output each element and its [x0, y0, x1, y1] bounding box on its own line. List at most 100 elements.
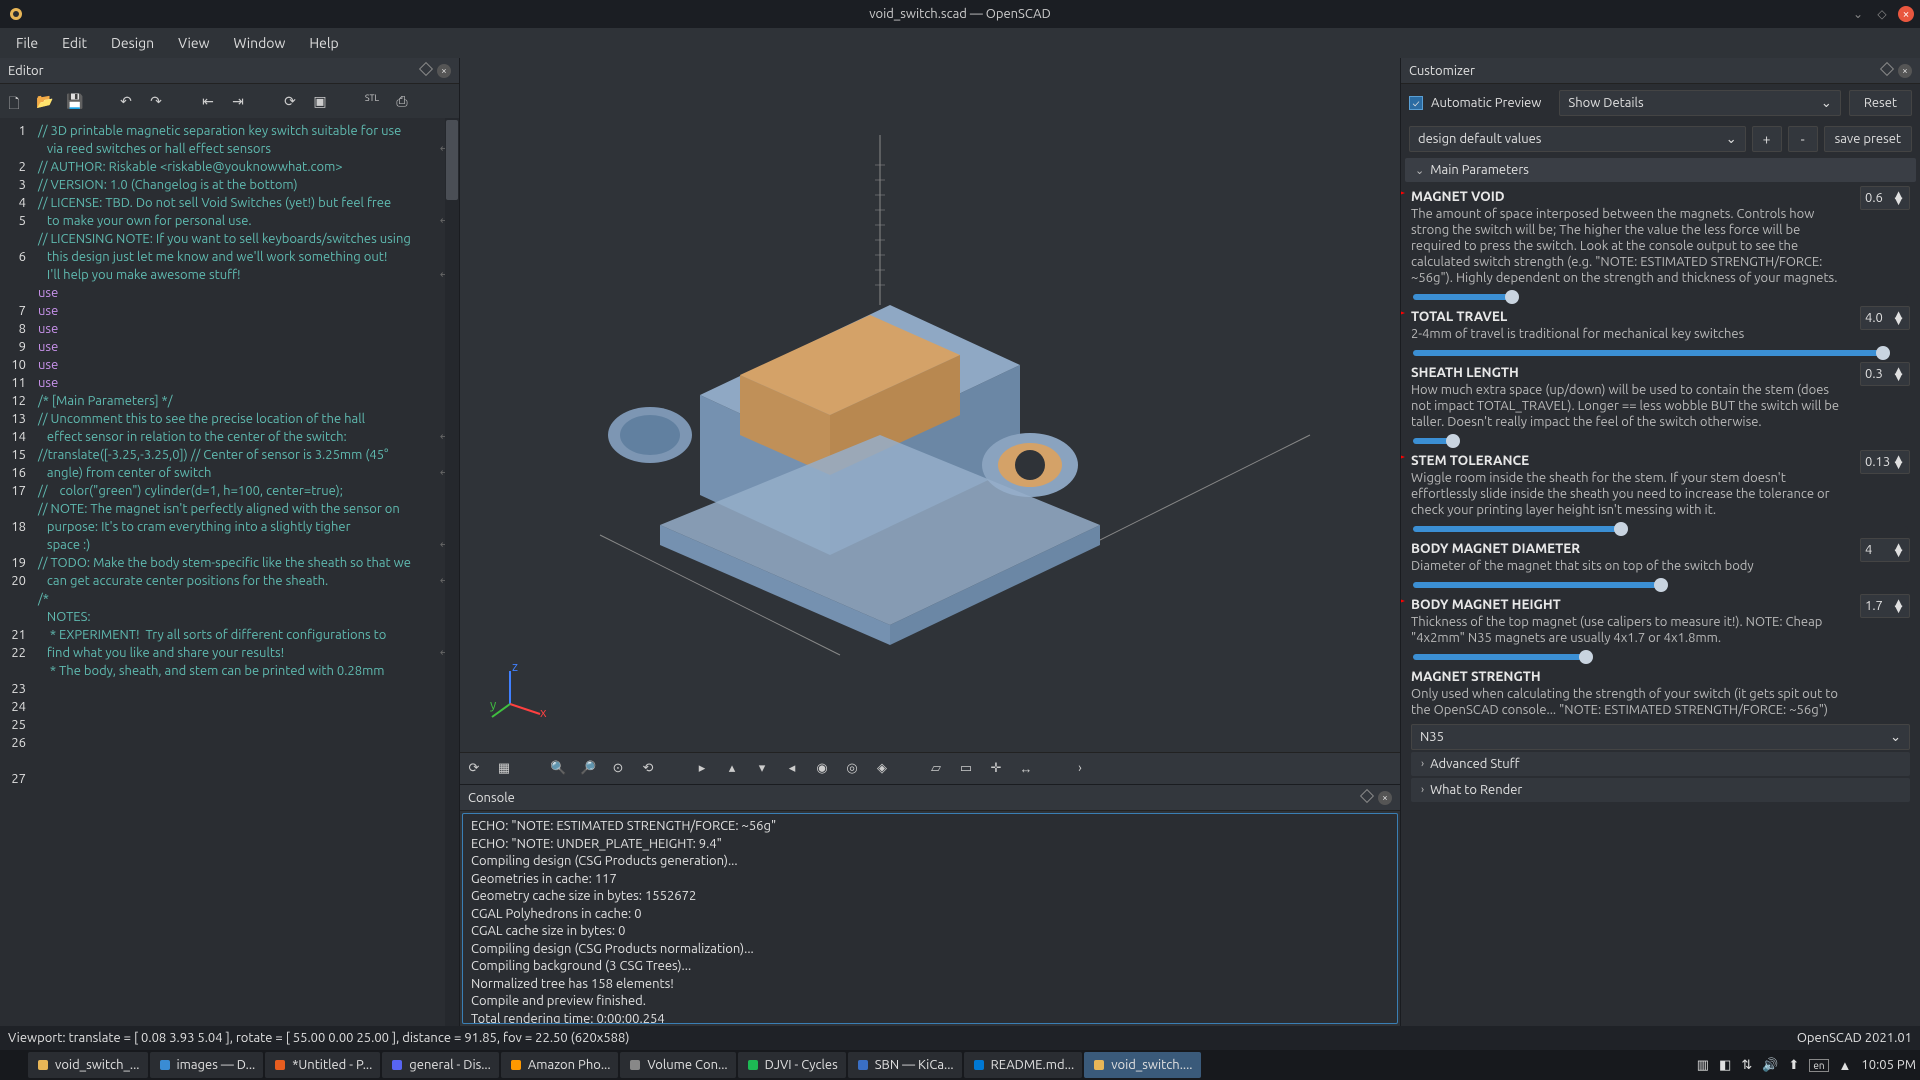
- more-icon[interactable]: ›: [1072, 761, 1088, 777]
- console-title: Console: [468, 791, 515, 805]
- popout-icon[interactable]: [419, 61, 433, 75]
- editor-toolbar: 🗋 📂 💾 ↶ ↷ ⇤ ⇥ ⟳ ▣ STL ⎙: [0, 84, 459, 118]
- auto-preview-checkbox[interactable]: ✓: [1409, 96, 1423, 110]
- param-spinner[interactable]: 0.13▲▼: [1860, 450, 1910, 474]
- back-icon[interactable]: ◎: [844, 761, 860, 777]
- menu-design[interactable]: Design: [101, 31, 164, 55]
- preview-icon[interactable]: ⟳: [466, 761, 482, 777]
- add-preset-button[interactable]: +: [1752, 126, 1782, 152]
- clock[interactable]: 10:05 PM: [1861, 1058, 1916, 1072]
- close-panel-icon[interactable]: ×: [1898, 64, 1912, 78]
- taskbar-item[interactable]: void_switch_...: [28, 1052, 148, 1078]
- viewport-3d[interactable]: z x y: [460, 58, 1400, 752]
- left-icon[interactable]: ◂: [784, 761, 800, 777]
- zoom-reset-icon[interactable]: ⊙: [610, 761, 626, 777]
- popout-icon[interactable]: [1880, 61, 1894, 75]
- taskbar-item[interactable]: README.md...: [964, 1052, 1083, 1078]
- zoom-out-icon[interactable]: 🔎: [580, 761, 596, 777]
- indent-icon[interactable]: ⇥: [230, 93, 246, 109]
- open-icon[interactable]: 📂: [36, 93, 52, 109]
- redo-icon[interactable]: ↷: [148, 93, 164, 109]
- scroll-thumb[interactable]: [446, 120, 458, 200]
- persp-icon[interactable]: ▱: [928, 761, 944, 777]
- section-what-to-render[interactable]: ›What to Render: [1411, 778, 1910, 802]
- diag-icon[interactable]: ◈: [874, 761, 890, 777]
- annotation-arrow-icon: [1401, 592, 1407, 610]
- front-icon[interactable]: ◉: [814, 761, 830, 777]
- maximize-icon[interactable]: ◇: [1874, 6, 1890, 22]
- editor-scrollbar[interactable]: [445, 118, 459, 1026]
- expand-tray-icon[interactable]: ▲: [1839, 1058, 1852, 1073]
- section-advanced-stuff[interactable]: ›Advanced Stuff: [1411, 752, 1910, 776]
- network-icon[interactable]: ⇅: [1741, 1058, 1752, 1073]
- tray-icon[interactable]: ▥: [1697, 1058, 1709, 1073]
- console-output[interactable]: ECHO: "NOTE: ESTIMATED STRENGTH/FORCE: ~…: [462, 813, 1398, 1024]
- param-spinner[interactable]: 4.0▲▼: [1860, 306, 1910, 330]
- volume-icon[interactable]: 🔊: [1762, 1058, 1778, 1073]
- code-area[interactable]: // 3D printable magnetic separation key …: [32, 118, 459, 1026]
- close-panel-icon[interactable]: ×: [1378, 791, 1392, 805]
- zoom-in-icon[interactable]: 🔍: [550, 761, 566, 777]
- taskbar-item[interactable]: Amazon Pho...: [501, 1052, 619, 1078]
- param-description: Wiggle room inside the sheath for the st…: [1411, 470, 1910, 518]
- section-main-parameters[interactable]: ⌄ Main Parameters: [1405, 158, 1916, 182]
- param-slider[interactable]: [1413, 582, 1908, 588]
- menu-help[interactable]: Help: [299, 31, 348, 55]
- menu-window[interactable]: Window: [223, 31, 295, 55]
- taskbar-item[interactable]: images — D...: [150, 1052, 264, 1078]
- preset-select[interactable]: design default values⌄: [1409, 126, 1746, 152]
- tray-icon[interactable]: ⬆: [1788, 1058, 1799, 1073]
- param-slider[interactable]: [1413, 526, 1908, 532]
- new-icon[interactable]: 🗋: [6, 93, 22, 109]
- unindent-icon[interactable]: ⇤: [200, 93, 216, 109]
- right-icon[interactable]: ▸: [694, 761, 710, 777]
- param-slider[interactable]: [1413, 654, 1908, 660]
- ortho-icon[interactable]: ▭: [958, 761, 974, 777]
- rotate-icon[interactable]: ⟲: [640, 761, 656, 777]
- param-body_magnet_diameter: BODY MAGNET DIAMETERDiameter of the magn…: [1407, 534, 1914, 588]
- save-icon[interactable]: 💾: [66, 93, 82, 109]
- param-spinner[interactable]: 4▲▼: [1860, 538, 1910, 562]
- save-preset-button[interactable]: save preset: [1824, 126, 1912, 152]
- param-slider[interactable]: [1413, 350, 1908, 356]
- taskbar-item[interactable]: general - Dis...: [382, 1052, 499, 1078]
- preview-icon[interactable]: ⟳: [282, 93, 298, 109]
- top-icon[interactable]: ▴: [724, 761, 740, 777]
- 3dprint-icon[interactable]: ⎙: [394, 93, 410, 109]
- undo-icon[interactable]: ↶: [118, 93, 134, 109]
- taskbar-item[interactable]: Volume Con...: [620, 1052, 735, 1078]
- remove-preset-button[interactable]: -: [1788, 126, 1818, 152]
- section-label: Advanced Stuff: [1430, 757, 1520, 771]
- taskbar-item[interactable]: *Untitled - P...: [265, 1052, 380, 1078]
- param-select[interactable]: N35⌄: [1411, 724, 1910, 750]
- close-icon[interactable]: ×: [1898, 6, 1914, 22]
- minimize-icon[interactable]: ⌄: [1850, 6, 1866, 22]
- reset-button[interactable]: Reset: [1849, 90, 1912, 116]
- scale-icon[interactable]: ↔: [1018, 761, 1034, 777]
- param-slider[interactable]: [1413, 294, 1908, 300]
- menu-view[interactable]: View: [168, 31, 219, 55]
- param-spinner[interactable]: 1.7▲▼: [1860, 594, 1910, 618]
- render-icon[interactable]: ▣: [312, 93, 328, 109]
- bottom-icon[interactable]: ▾: [754, 761, 770, 777]
- param-description: The amount of space interposed between t…: [1411, 206, 1910, 286]
- show-details-select[interactable]: Show Details⌄: [1559, 90, 1840, 116]
- param-spinner[interactable]: 0.3▲▼: [1860, 362, 1910, 386]
- menu-file[interactable]: File: [6, 31, 48, 55]
- axes-icon[interactable]: ✛: [988, 761, 1004, 777]
- taskbar-item[interactable]: void_switch....: [1084, 1052, 1200, 1078]
- param-slider[interactable]: [1413, 438, 1908, 444]
- param-spinner[interactable]: 0.6▲▼: [1860, 186, 1910, 210]
- tray-icon[interactable]: ◧: [1719, 1058, 1731, 1073]
- taskbar-item[interactable]: DJVI - Cycles: [738, 1052, 846, 1078]
- close-panel-icon[interactable]: ×: [437, 64, 451, 78]
- keyboard-layout[interactable]: en: [1809, 1059, 1828, 1072]
- export-icon[interactable]: STL: [364, 93, 380, 109]
- popout-icon[interactable]: [1360, 788, 1374, 802]
- editor-body[interactable]: 1234567891011121314151617181920212223242…: [0, 118, 459, 1026]
- console-line: Geometry cache size in bytes: 1552672: [471, 888, 1389, 906]
- menu-edit[interactable]: Edit: [52, 31, 97, 55]
- taskbar-item[interactable]: SBN — KiCa...: [848, 1052, 962, 1078]
- console-line: ECHO: "NOTE: ESTIMATED STRENGTH/FORCE: ~…: [471, 818, 1389, 836]
- render-icon[interactable]: ▦: [496, 761, 512, 777]
